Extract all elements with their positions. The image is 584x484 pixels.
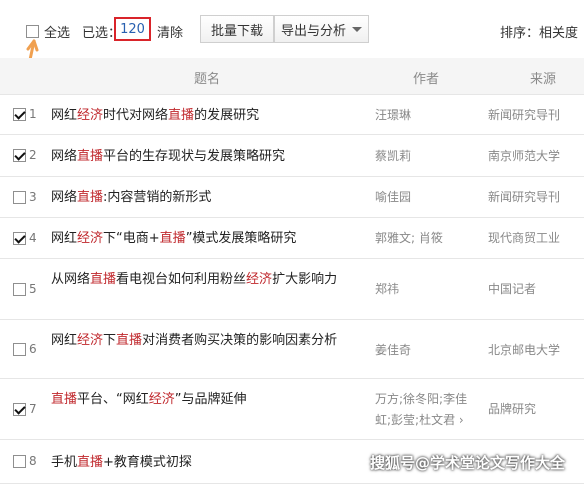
table-row: 5 从网络直播看电视台如何利用粉丝经济扩大影响力 郑祎 中国记者	[0, 259, 584, 320]
keyword-highlight: 经济	[77, 108, 104, 123]
row-number: 4	[29, 231, 37, 245]
sort-label[interactable]: 排序：相关度	[500, 22, 578, 41]
table-row: 7 直播平台、“网红经济”与品牌延伸 万方;徐冬阳;李佳虹;彭莹;杜文君 › 品牌研究	[0, 379, 584, 440]
title-text: 网络	[51, 190, 78, 205]
title-text: 平台的生存现状与发展策略研究	[103, 149, 286, 164]
row-checkbox[interactable]	[13, 149, 26, 162]
caret-down-icon	[352, 26, 362, 32]
title-text: +教育模式初探	[103, 455, 192, 470]
row-number: 1	[29, 107, 37, 121]
row-number: 2	[29, 148, 37, 162]
keyword-highlight: 直播	[90, 272, 117, 287]
row-checkbox[interactable]	[13, 108, 26, 121]
row-source[interactable]: 新闻研究导刊	[488, 187, 580, 208]
table-row: 2 网络直播平台的生存现状与发展策略研究 蔡凯莉 南京师范大学	[0, 135, 584, 177]
title-text: 看电视台如何利用粉丝	[116, 272, 247, 287]
keyword-highlight: 直播	[116, 333, 143, 348]
row-number: 3	[29, 190, 37, 204]
row-source[interactable]: 北京邮电大学	[488, 340, 580, 361]
header-source[interactable]: 来源	[530, 68, 556, 87]
table-row: 1 网红经济时代对网络直播的发展研究 汪璟琳 新闻研究导刊	[0, 95, 584, 135]
row-author[interactable]: 万方;徐冬阳;李佳虹;彭莹;杜文君 ›	[375, 389, 475, 431]
row-source[interactable]: 中国记者	[488, 279, 580, 300]
title-text: ”模式发展策略研究	[185, 231, 297, 246]
row-author[interactable]: 蔡凯莉	[375, 146, 475, 167]
keyword-highlight: 经济	[246, 272, 273, 287]
selected-count-badge: 120	[114, 17, 151, 41]
title-text: 的发展研究	[194, 108, 260, 123]
row-title-link[interactable]: 网红经济下直播对消费者购买决策的影响因素分析	[51, 330, 361, 351]
title-text: 时代对网络	[103, 108, 169, 123]
table-row: 4 网红经济下“电商+直播”模式发展策略研究 郭雅文; 肖筱 现代商贸工业	[0, 218, 584, 259]
title-text: 手机	[51, 455, 78, 470]
title-text: 下	[103, 333, 117, 348]
row-source[interactable]: 新闻研究导刊	[488, 105, 580, 126]
title-text: 网红	[51, 231, 78, 246]
row-author[interactable]: 姜佳奇	[375, 340, 475, 361]
row-checkbox[interactable]	[13, 455, 26, 468]
keyword-highlight: 直播	[77, 455, 104, 470]
keyword-highlight: 经济	[148, 392, 175, 407]
header-title[interactable]: 题名	[194, 68, 220, 87]
title-text: 扩大影响力	[272, 272, 338, 287]
row-title-link[interactable]: 网络直播平台的生存现状与发展策略研究	[51, 146, 361, 167]
row-checkbox[interactable]	[13, 232, 26, 245]
keyword-highlight: 直播	[77, 190, 104, 205]
row-checkbox[interactable]	[13, 343, 26, 356]
title-text: 网红	[51, 108, 78, 123]
title-text: 网红	[51, 333, 78, 348]
clear-link[interactable]: 清除	[157, 22, 183, 41]
row-title-link[interactable]: 直播平台、“网红经济”与品牌延伸	[51, 389, 361, 410]
row-checkbox[interactable]	[13, 283, 26, 296]
watermark: 搜狐号@学术堂论文写作大全	[370, 454, 566, 472]
row-author[interactable]: 郑祎	[375, 279, 475, 300]
title-text: 网络	[51, 149, 78, 164]
export-analysis-dropdown[interactable]: 导出与分析	[274, 15, 369, 43]
row-source[interactable]: 现代商贸工业	[488, 228, 580, 249]
selected-count: 120	[120, 21, 145, 37]
row-author[interactable]: 郭雅文; 肖筱	[375, 228, 475, 249]
row-number: 6	[29, 342, 37, 356]
row-title-link[interactable]: 网红经济时代对网络直播的发展研究	[51, 105, 361, 126]
title-text: ”与品牌延伸	[174, 392, 247, 407]
keyword-highlight: 直播	[159, 231, 186, 246]
row-checkbox[interactable]	[13, 403, 26, 416]
keyword-highlight: 经济	[77, 333, 104, 348]
title-text: 平台、“网红	[77, 392, 149, 407]
row-source[interactable]: 南京师范大学	[488, 146, 580, 167]
title-text: 对消费者购买决策的影响因素分析	[142, 333, 338, 348]
row-title-link[interactable]: 网络直播:内容营销的新形式	[51, 187, 361, 208]
table-row: 6 网红经济下直播对消费者购买决策的影响因素分析 姜佳奇 北京邮电大学	[0, 320, 584, 379]
batch-download-label: 批量下载	[210, 23, 263, 39]
table-header: 题名 作者 来源	[0, 58, 584, 95]
select-all-label[interactable]: 全选	[44, 22, 70, 41]
keyword-highlight: 经济	[77, 231, 104, 246]
export-analysis-label: 导出与分析	[280, 23, 346, 39]
row-source[interactable]: 品牌研究	[488, 399, 580, 420]
row-title-link[interactable]: 手机直播+教育模式初探	[51, 452, 361, 473]
row-number: 5	[29, 282, 37, 296]
keyword-highlight: 直播	[51, 392, 78, 407]
keyword-highlight: 直播	[168, 108, 195, 123]
table-row: 3 网络直播:内容营销的新形式 喻佳园 新闻研究导刊	[0, 177, 584, 218]
row-number: 8	[29, 454, 37, 468]
title-text: 从网络	[51, 272, 91, 287]
title-text: :内容营销的新形式	[103, 190, 212, 205]
header-author[interactable]: 作者	[413, 68, 439, 87]
batch-download-button[interactable]: 批量下载	[200, 15, 274, 43]
select-all-checkbox[interactable]	[26, 25, 39, 38]
row-author[interactable]: 喻佳园	[375, 187, 475, 208]
keyword-highlight: 直播	[77, 149, 104, 164]
row-title-link[interactable]: 从网络直播看电视台如何利用粉丝经济扩大影响力	[51, 269, 361, 290]
row-author[interactable]: 汪璟琳	[375, 105, 475, 126]
row-number: 7	[29, 402, 37, 416]
row-title-link[interactable]: 网红经济下“电商+直播”模式发展策略研究	[51, 228, 361, 249]
toolbar: 全选 已选： 120 清除 批量下载 导出与分析 排序：相关度	[0, 0, 584, 58]
title-text: 下“电商+	[103, 231, 160, 246]
row-checkbox[interactable]	[13, 191, 26, 204]
